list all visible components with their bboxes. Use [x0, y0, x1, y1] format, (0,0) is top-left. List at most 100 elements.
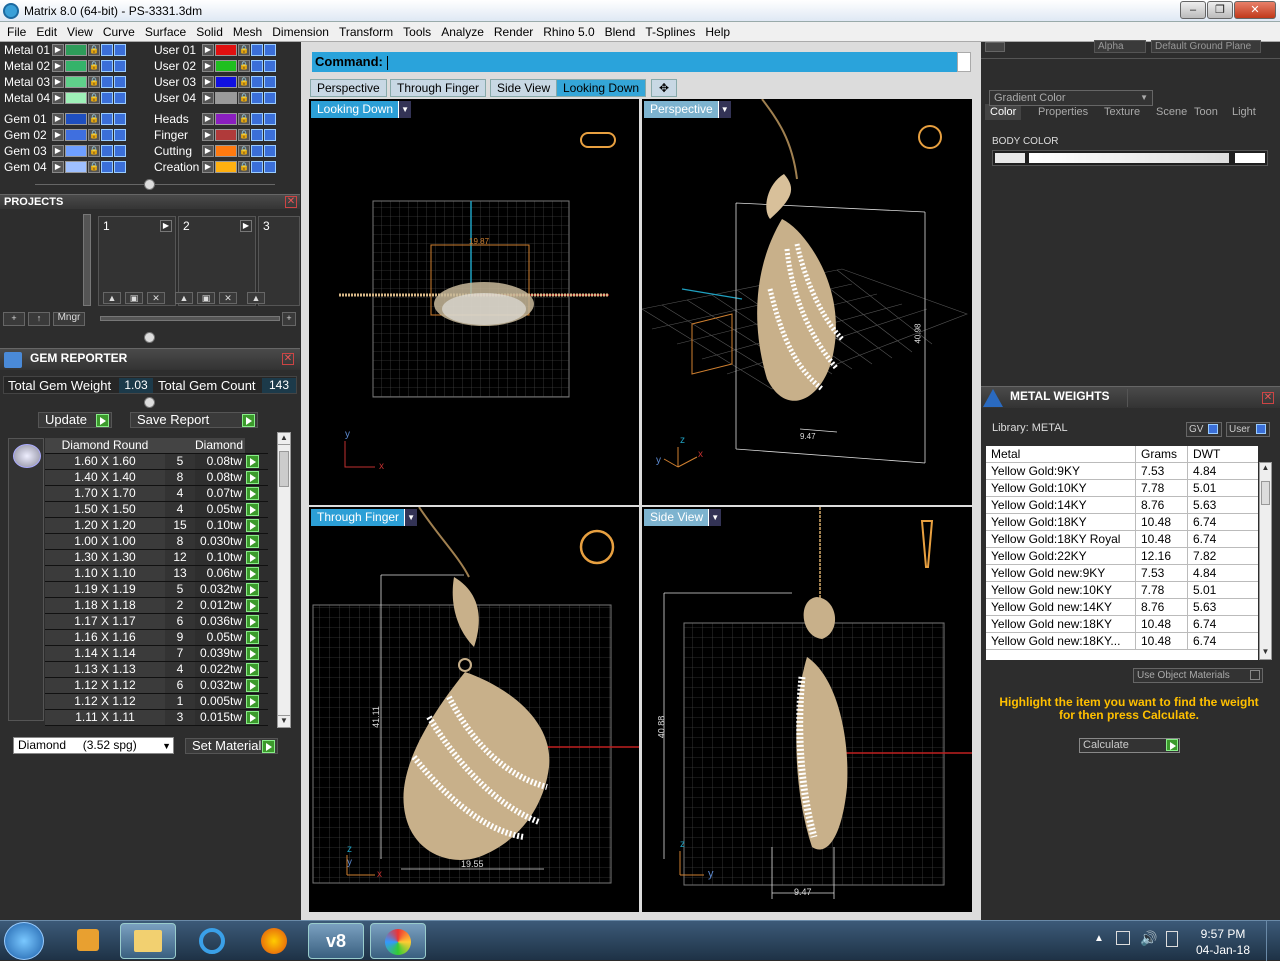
select-gem-icon[interactable]: [246, 455, 259, 468]
menu-surface[interactable]: Surface: [140, 25, 191, 39]
menu-rhino-5-0[interactable]: Rhino 5.0: [538, 25, 599, 39]
alpha-field[interactable]: Alpha: [1094, 40, 1146, 53]
layer-visibility-icon[interactable]: [251, 59, 263, 72]
tab-properties[interactable]: Properties: [1033, 104, 1093, 120]
table-row[interactable]: Yellow Gold:10KY 7.78 5.01: [986, 480, 1258, 497]
table-row[interactable]: Yellow Gold new:14KY 8.76 5.63: [986, 599, 1258, 616]
layer-expand-icon[interactable]: ▶: [202, 43, 214, 56]
use-object-materials-toggle[interactable]: Use Object Materials: [1133, 668, 1263, 683]
viewport-looking-down[interactable]: y x 19.87 Looking Down ▼: [309, 99, 639, 505]
tab-through-finger[interactable]: Through Finger: [390, 79, 487, 97]
tab-toon[interactable]: Toon: [1189, 104, 1223, 120]
layer-visibility-icon[interactable]: [101, 128, 113, 141]
select-gem-icon[interactable]: [246, 519, 259, 532]
layer-expand-icon[interactable]: ▶: [52, 112, 64, 125]
command-bar[interactable]: Command:: [312, 52, 957, 72]
table-row[interactable]: 1.13 X 1.13 4 0.022tw: [45, 662, 268, 678]
layer-row[interactable]: Creation ▶ 🔒: [150, 159, 277, 174]
select-gem-icon[interactable]: [246, 679, 259, 692]
lock-icon[interactable]: 🔒: [238, 59, 250, 72]
project2-delete-icon[interactable]: ✕: [219, 292, 237, 304]
metal-table-scrollbar[interactable]: ▲ ▼: [1259, 462, 1272, 660]
layer-select-icon[interactable]: [114, 75, 126, 88]
lock-icon[interactable]: 🔒: [88, 75, 100, 88]
project-save-icon[interactable]: ▣: [125, 292, 143, 304]
select-gem-icon[interactable]: [246, 615, 259, 628]
layer-select-icon[interactable]: [264, 112, 276, 125]
select-gem-icon[interactable]: [246, 711, 259, 724]
taskbar-ie-icon[interactable]: [184, 923, 240, 959]
layer-select-icon[interactable]: [114, 112, 126, 125]
layer-visibility-icon[interactable]: [101, 160, 113, 173]
table-row[interactable]: 1.12 X 1.12 1 0.005tw: [45, 694, 268, 710]
layer-color-swatch[interactable]: [215, 112, 237, 125]
taskbar-explorer-icon[interactable]: [120, 923, 176, 959]
layer-color-swatch[interactable]: [215, 128, 237, 141]
layer-select-icon[interactable]: [264, 160, 276, 173]
close-button[interactable]: ✕: [1234, 1, 1276, 19]
project-delete-icon[interactable]: ✕: [147, 292, 165, 304]
layer-row[interactable]: User 02 ▶ 🔒: [150, 58, 277, 73]
layer-row[interactable]: Cutting ▶ 🔒: [150, 143, 277, 158]
manager-button[interactable]: Mngr: [53, 312, 85, 326]
layer-select-icon[interactable]: [264, 75, 276, 88]
table-row[interactable]: 1.19 X 1.19 5 0.032tw: [45, 582, 268, 598]
layer-expand-icon[interactable]: ▶: [52, 91, 64, 104]
tab-texture[interactable]: Texture: [1099, 104, 1145, 120]
layer-row[interactable]: Metal 02 ▶ 🔒: [0, 58, 127, 73]
select-gem-icon[interactable]: [246, 647, 259, 660]
table-row[interactable]: Yellow Gold new:10KY 7.78 5.01: [986, 582, 1258, 599]
layer-select-icon[interactable]: [264, 128, 276, 141]
layer-row[interactable]: Gem 02 ▶ 🔒: [0, 127, 127, 142]
add-view-tab-icon[interactable]: ✥: [651, 79, 677, 97]
select-gem-icon[interactable]: [246, 583, 259, 596]
layer-row[interactable]: Heads ▶ 🔒: [150, 111, 277, 126]
viewport-label-looking-down[interactable]: Looking Down ▼: [311, 101, 412, 118]
layer-select-icon[interactable]: [264, 91, 276, 104]
select-gem-icon[interactable]: [246, 631, 259, 644]
table-row[interactable]: 1.16 X 1.16 9 0.05tw: [45, 630, 268, 646]
maximize-button[interactable]: ❐: [1207, 1, 1233, 19]
calculate-button[interactable]: Calculate: [1079, 738, 1180, 753]
upload-project-icon[interactable]: ↑: [28, 312, 50, 326]
select-gem-icon[interactable]: [246, 567, 259, 580]
table-row[interactable]: Yellow Gold new:18KY... 10.48 6.74: [986, 633, 1258, 650]
select-gem-icon[interactable]: [246, 535, 259, 548]
taskbar-media-icon[interactable]: [60, 923, 116, 959]
taskbar-firefox-icon[interactable]: [246, 923, 302, 959]
project-zoom-slider[interactable]: [100, 316, 280, 321]
body-color-slider[interactable]: [992, 150, 1268, 166]
layer-color-swatch[interactable]: [65, 43, 87, 56]
network-icon[interactable]: [1116, 931, 1130, 945]
taskbar-matrix-icon[interactable]: v8: [308, 923, 364, 959]
project3-up-icon[interactable]: ▲: [247, 292, 265, 304]
user-toggle[interactable]: User: [1226, 422, 1270, 437]
lock-icon[interactable]: 🔒: [238, 91, 250, 104]
project-up-icon[interactable]: ▲: [103, 292, 121, 304]
menu-transform[interactable]: Transform: [334, 25, 398, 39]
layer-visibility-icon[interactable]: [101, 144, 113, 157]
minimize-button[interactable]: –: [1180, 1, 1206, 19]
table-row[interactable]: 1.20 X 1.20 15 0.10tw: [45, 518, 268, 534]
lock-icon[interactable]: 🔒: [88, 144, 100, 157]
layer-visibility-icon[interactable]: [251, 128, 263, 141]
lock-icon[interactable]: 🔒: [238, 112, 250, 125]
panel-pin-icon[interactable]: [985, 42, 1005, 52]
lock-icon[interactable]: 🔒: [88, 128, 100, 141]
layer-select-icon[interactable]: [264, 144, 276, 157]
menu-dimension[interactable]: Dimension: [267, 25, 334, 39]
menu-tools[interactable]: Tools: [398, 25, 436, 39]
layer-color-swatch[interactable]: [215, 91, 237, 104]
select-gem-icon[interactable]: [246, 503, 259, 516]
menu-file[interactable]: File: [2, 25, 31, 39]
table-row[interactable]: 1.11 X 1.11 3 0.015tw: [45, 710, 268, 726]
lock-icon[interactable]: 🔒: [88, 91, 100, 104]
table-row[interactable]: Yellow Gold new:9KY 7.53 4.84: [986, 565, 1258, 582]
layer-color-swatch[interactable]: [215, 160, 237, 173]
layer-color-swatch[interactable]: [215, 75, 237, 88]
layer-row[interactable]: User 03 ▶ 🔒: [150, 74, 277, 89]
layer-expand-icon[interactable]: ▶: [202, 144, 214, 157]
layer-visibility-icon[interactable]: [101, 43, 113, 56]
table-row[interactable]: 1.50 X 1.50 4 0.05tw: [45, 502, 268, 518]
collapse-projects-icon[interactable]: [144, 332, 155, 343]
